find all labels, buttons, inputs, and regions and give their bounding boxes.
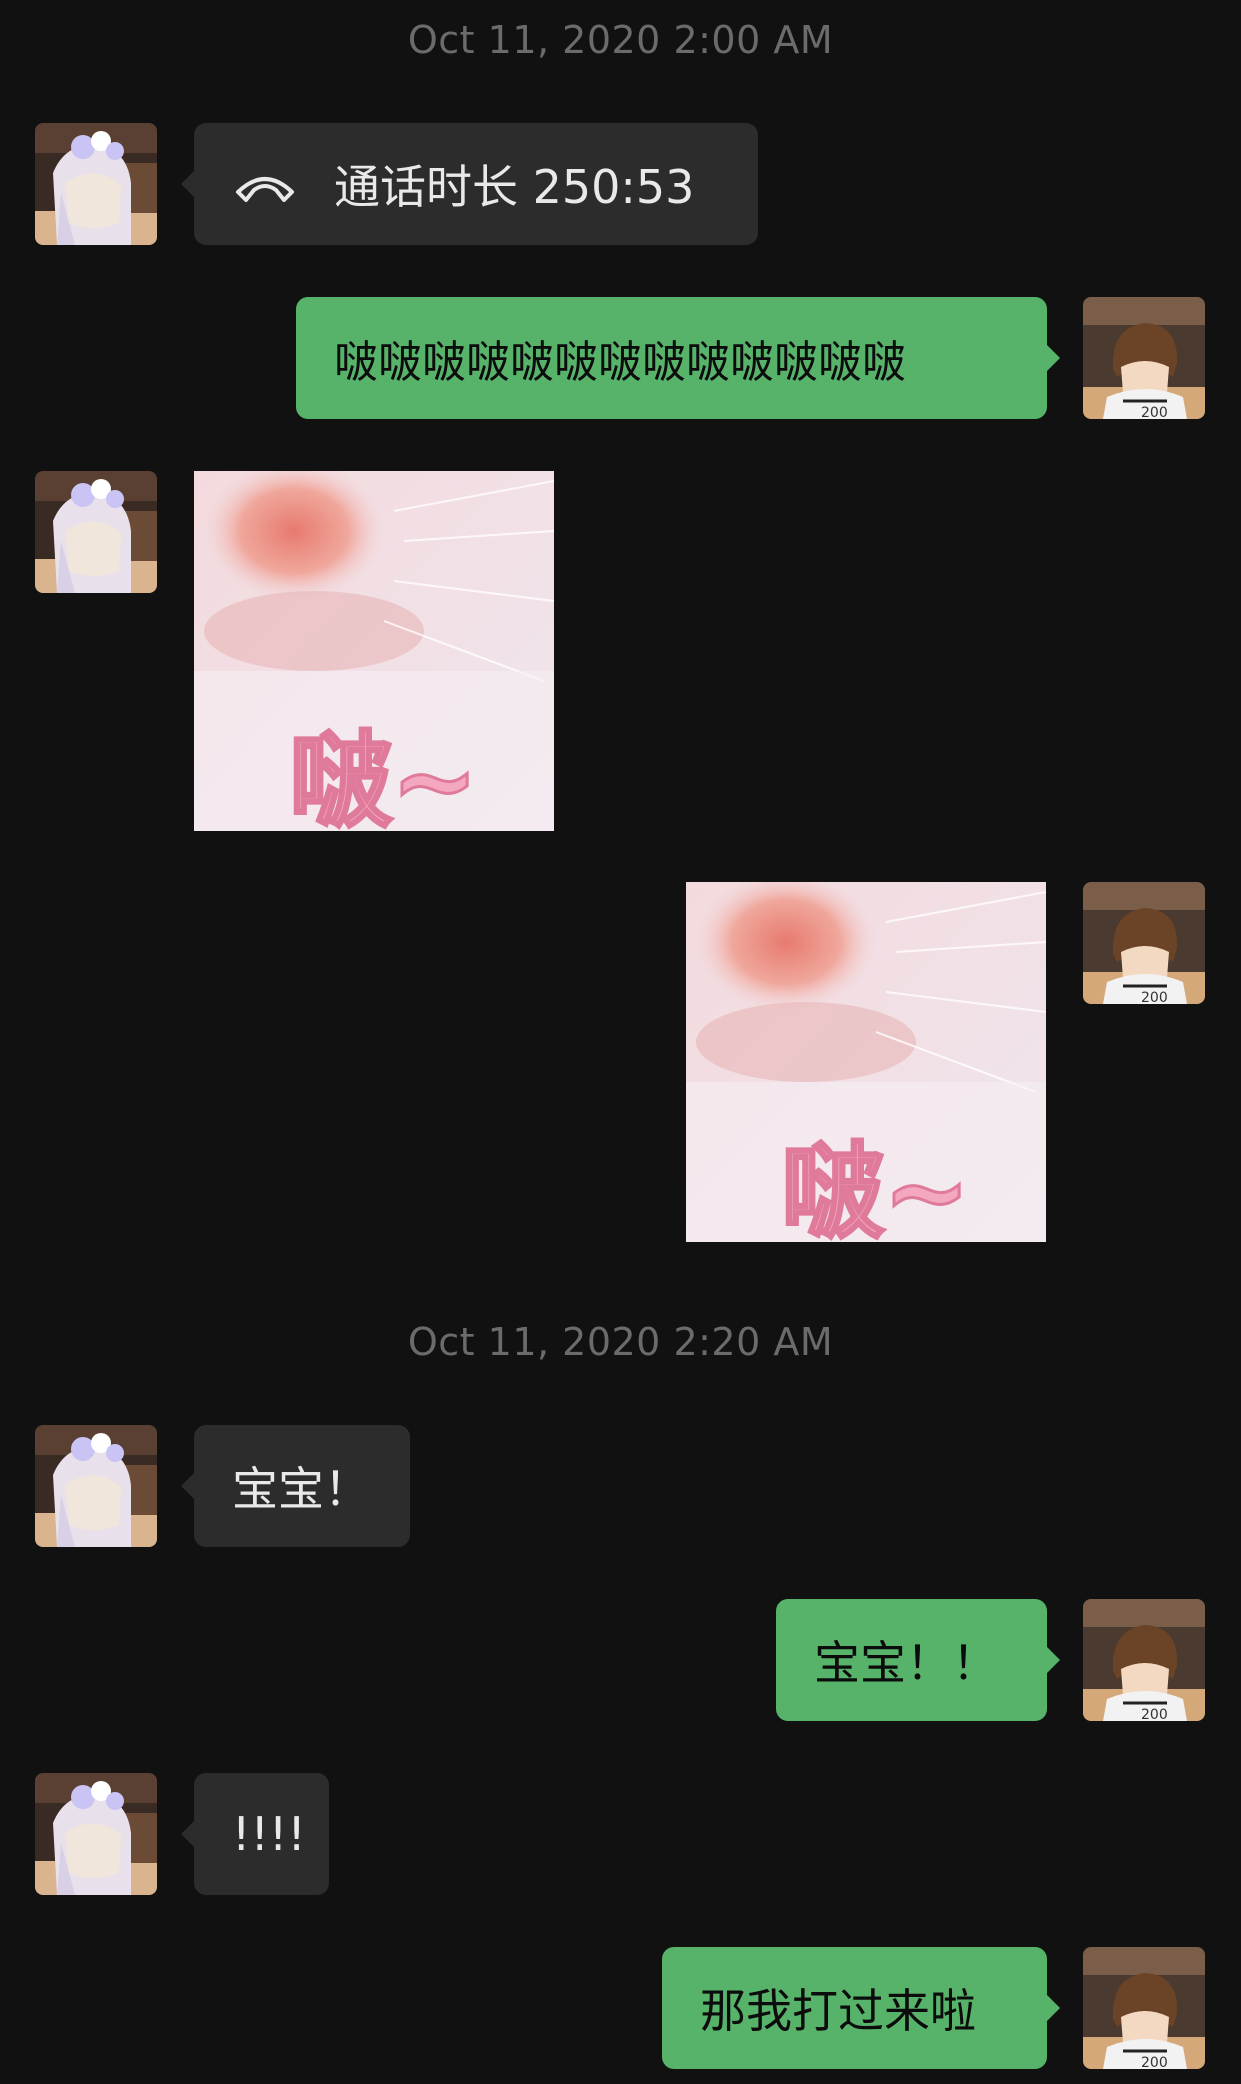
phone-hangup-icon: [236, 177, 294, 202]
avatar-image: [35, 1773, 157, 1895]
timestamp: Oct 11, 2020 2:20 AM: [407, 1320, 834, 1364]
call-record-bubble[interactable]: 通话时长 250:53: [181, 123, 758, 245]
avatar-image: [35, 123, 157, 245]
avatar-image: [35, 1425, 157, 1547]
avatar-image: [1083, 297, 1205, 419]
my-avatar[interactable]: [1083, 1947, 1205, 2069]
message-bubble[interactable]: 宝宝！！: [776, 1599, 1060, 1721]
my-avatar[interactable]: [1083, 297, 1205, 419]
sticker-caption: 啵~: [287, 719, 479, 832]
message-bubble[interactable]: 那我打过来啦: [662, 1947, 1060, 2069]
contact-avatar[interactable]: [35, 123, 157, 245]
avatar-image: [1083, 1947, 1205, 2069]
avatar-image: [1083, 1599, 1205, 1721]
sticker-image[interactable]: 啵~: [686, 882, 1046, 1242]
sticker-caption: 啵~: [779, 1130, 971, 1243]
my-avatar[interactable]: [1083, 1599, 1205, 1721]
avatar-image: [35, 471, 157, 593]
contact-avatar[interactable]: [35, 1773, 157, 1895]
call-duration-text: 通话时长 250:53: [334, 160, 695, 214]
message-text: 宝宝！！: [814, 1636, 998, 1690]
message-bubble[interactable]: !!!!: [181, 1773, 329, 1895]
message-bubble[interactable]: 啵啵啵啵啵啵啵啵啵啵啵啵啵: [296, 297, 1060, 419]
contact-avatar[interactable]: [35, 471, 157, 593]
sticker-image[interactable]: 啵~: [194, 471, 554, 831]
my-avatar[interactable]: [1083, 882, 1205, 1004]
timestamp: Oct 11, 2020 2:00 AM: [407, 18, 834, 62]
message-bubble[interactable]: 宝宝！: [181, 1425, 410, 1547]
message-text: 宝宝！: [232, 1462, 370, 1516]
message-text: !!!!: [232, 1807, 306, 1861]
contact-avatar[interactable]: [35, 1425, 157, 1547]
message-text: 那我打过来啦: [700, 1984, 976, 2038]
message-text: 啵啵啵啵啵啵啵啵啵啵啵啵啵: [334, 337, 906, 388]
avatar-image: [1083, 882, 1205, 1004]
